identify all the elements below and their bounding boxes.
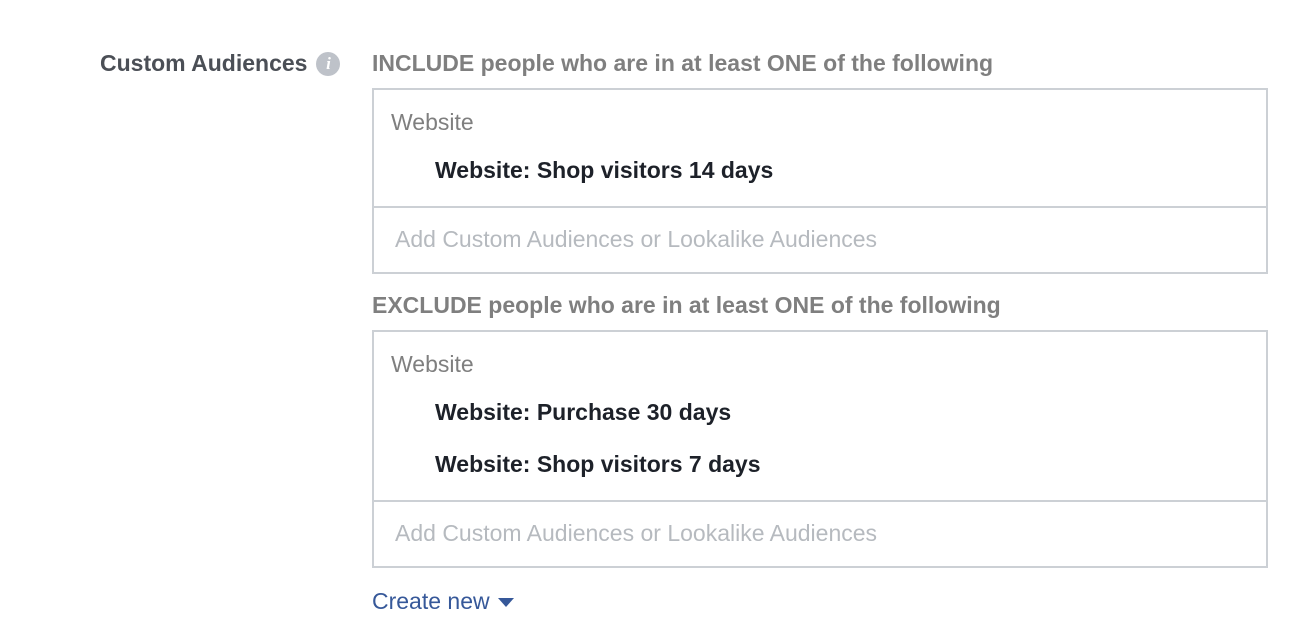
exclude-selected-audiences: Website Website: Purchase 30 days Websit… [374, 332, 1266, 502]
exclude-audience-box: Website Website: Purchase 30 days Websit… [372, 330, 1268, 568]
custom-audiences-label-text: Custom Audiences [100, 50, 308, 76]
exclude-heading: EXCLUDE people who are in at least ONE o… [372, 292, 1001, 318]
include-add-audience-input[interactable] [374, 208, 1266, 270]
exclude-add-audience-input[interactable] [374, 502, 1266, 564]
include-audience-item[interactable]: Website: Shop visitors 14 days [435, 157, 773, 184]
exclude-audience-item[interactable]: Website: Purchase 30 days [435, 399, 731, 426]
create-new-button[interactable]: Create new [372, 588, 514, 615]
custom-audiences-label: Custom Audiences i [100, 50, 341, 77]
exclude-group-label: Website [391, 351, 474, 377]
exclude-audience-item[interactable]: Website: Shop visitors 7 days [435, 451, 761, 478]
include-heading: INCLUDE people who are in at least ONE o… [372, 50, 994, 76]
create-new-label: Create new [372, 588, 490, 614]
include-group-label: Website [391, 109, 474, 135]
caret-down-icon [497, 598, 514, 607]
include-audience-box: Website Website: Shop visitors 14 days [372, 88, 1268, 274]
info-icon[interactable]: i [316, 51, 341, 76]
include-selected-audiences: Website Website: Shop visitors 14 days [374, 90, 1266, 208]
